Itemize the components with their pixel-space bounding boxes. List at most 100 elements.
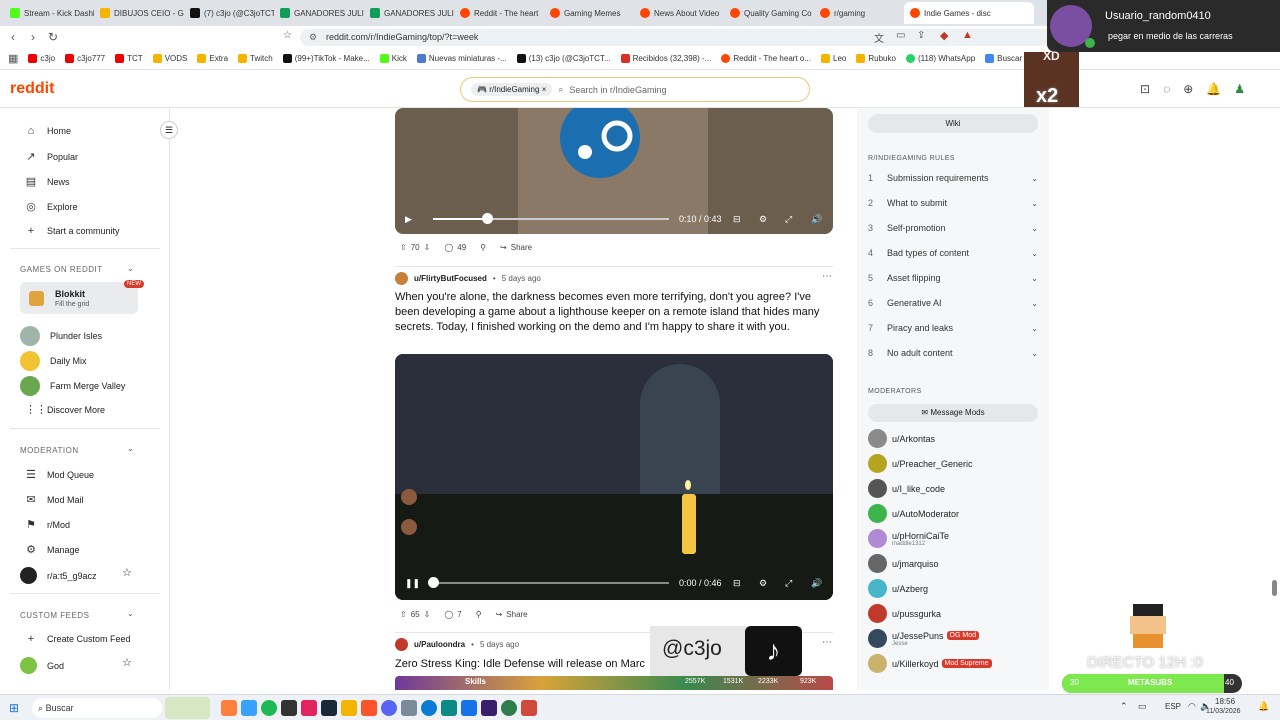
bookmark[interactable]: Leo	[821, 54, 846, 63]
star-icon[interactable]: ☆	[122, 566, 132, 579]
sidebar-item-explore[interactable]: ◎ Explore	[25, 200, 77, 213]
bookmark[interactable]: (118) WhatsApp	[905, 54, 975, 63]
post-author[interactable]: u/Pauloondra	[414, 640, 465, 649]
sidebar-item-news[interactable]: ▤ News	[25, 175, 70, 188]
bookmark[interactable]: Rubuko	[856, 54, 896, 63]
rule-item[interactable]: 1 Submission requirements ⌄	[868, 173, 1038, 183]
extension-icon[interactable]: ◆	[940, 29, 948, 42]
rule-item[interactable]: 2 What to submit ⌄	[868, 198, 1038, 208]
captions-icon[interactable]: ⊟	[733, 578, 741, 589]
bookmark[interactable]: TCT	[115, 54, 143, 63]
chevron-down-icon[interactable]: ⌄	[127, 264, 134, 273]
back-icon[interactable]: ‹	[6, 30, 20, 44]
rule-item[interactable]: 7 Piracy and leaks ⌄	[868, 323, 1038, 333]
bookmark[interactable]: Twitch	[238, 54, 273, 63]
sidebar-mod-queue[interactable]: ☰ Mod Queue	[25, 468, 94, 481]
video-progress-track[interactable]	[433, 582, 669, 584]
edge-icon[interactable]	[421, 700, 437, 716]
sidebar-discover-more[interactable]: ⋮⋮ Discover More	[25, 403, 105, 416]
sidebar-mod-mail[interactable]: ✉ Mod Mail	[25, 493, 83, 506]
alert-extension-icon[interactable]: ▲	[962, 29, 973, 41]
more-options-icon[interactable]: ⋯	[822, 271, 832, 282]
video-scrubber[interactable]	[482, 213, 494, 224]
chevron-down-icon[interactable]: ⌄	[127, 444, 134, 453]
volume-icon[interactable]: 🔊	[811, 578, 822, 589]
post-body-text[interactable]: When you're alone, the darkness becomes …	[395, 290, 835, 335]
blokkit-game-card[interactable]: Blokkit Fill the grid NEW	[20, 280, 144, 314]
bookmark[interactable]: (13) c3jo (@C3joTCT...	[516, 54, 611, 63]
moderator-item[interactable]: u/JessePuns OG Mod Jesse	[868, 629, 979, 648]
fullscreen-icon[interactable]: ⤢	[785, 214, 792, 225]
tray-icon[interactable]: ▭	[1138, 701, 1147, 712]
browser-tab[interactable]: GANADORES JULIO	[274, 2, 364, 24]
url-field[interactable]: ⚙ reddit.com/r/IndieGaming/top/?t=week	[300, 29, 1100, 46]
search-placeholder[interactable]: Search in r/IndieGaming	[569, 85, 666, 95]
video-scrubber[interactable]	[428, 577, 439, 588]
moderator-item[interactable]: u/Arkontas	[868, 429, 935, 448]
user-avatar[interactable]: ♟	[1234, 82, 1245, 96]
notifications-icon[interactable]: 🔔	[1258, 701, 1269, 712]
clock-time[interactable]: 18:56	[1215, 697, 1235, 706]
moderator-item[interactable]: u/Preacher_Generic	[868, 454, 973, 473]
vote-control[interactable]: ⇧ 70 ⇩	[400, 243, 430, 252]
share-icon[interactable]: ⇪	[917, 30, 925, 41]
post-author[interactable]: u/FlirtyButFocused	[414, 274, 487, 283]
browser-tab[interactable]: Reddit - The heart	[454, 2, 544, 24]
sidebar-item-home[interactable]: ⌂ Home	[25, 125, 71, 137]
windows-start-icon[interactable]: ⊞	[9, 701, 19, 715]
downvote-icon[interactable]: ⇩	[424, 610, 431, 619]
cast-icon[interactable]: ▭	[896, 30, 905, 41]
sidebar-create-custom-feed[interactable]: + Create Custom Feed	[25, 633, 131, 645]
browser-tab-active[interactable]: Indie Games - disc	[904, 2, 1034, 24]
rule-item[interactable]: 8 No adult content ⌄	[868, 348, 1038, 358]
share-button[interactable]: ↪ Share	[500, 243, 532, 252]
more-options-icon[interactable]: ⋯	[822, 637, 832, 648]
chevron-down-icon[interactable]: ⌄	[1031, 224, 1038, 233]
wiki-button[interactable]: Wiki	[868, 114, 1038, 133]
vote-control[interactable]: ⇧ 65 ⇩	[400, 610, 430, 619]
close-icon[interactable]: ×	[542, 85, 547, 94]
downvote-icon[interactable]: ⇩	[424, 243, 431, 252]
pause-icon[interactable]: ❚❚	[405, 578, 420, 589]
sidebar-game-daily-mix[interactable]: Daily Mix	[20, 351, 87, 371]
steam-icon[interactable]	[321, 700, 337, 716]
moderator-item[interactable]: u/Killerkoyd Mod Supreme	[868, 654, 992, 673]
post-video[interactable]: ▶ 0:10 / 0:43 ⊟ ⚙ ⤢ 🔊	[395, 108, 833, 234]
app-icon[interactable]	[301, 700, 317, 716]
sidebar-game-plunder-isles[interactable]: Plunder Isles	[20, 326, 102, 346]
brave-icon[interactable]	[361, 700, 377, 716]
premiere-icon[interactable]	[481, 700, 497, 716]
bookmark[interactable]: c3jo777	[65, 54, 105, 63]
sidebar-r-mod[interactable]: ⚑ r/Mod	[25, 518, 70, 531]
search-bar[interactable]: 🎮 r/IndieGaming × ⌕ Search in r/IndieGam…	[460, 77, 810, 102]
browser-tab[interactable]: r/gaming	[814, 2, 904, 24]
app-icon[interactable]	[521, 700, 537, 716]
moderator-item[interactable]: u/AutoModerator	[868, 504, 959, 523]
star-icon[interactable]: ☆	[122, 656, 132, 669]
clock-date[interactable]: 11/03/2026	[1206, 708, 1241, 715]
volume-icon[interactable]: 🔊	[811, 214, 822, 225]
create-post-icon[interactable]: ⊕	[1183, 82, 1193, 96]
bookmark[interactable]: (99+)TikTok - Make...	[282, 54, 370, 63]
bookmark-star-icon[interactable]: ☆	[283, 30, 292, 41]
award-button[interactable]: ⚲	[476, 610, 482, 619]
post-video[interactable]: ❚❚ 0:00 / 0:46 ⊟ ⚙ ⤢ 🔊	[395, 354, 833, 600]
sidebar-custom-feed-god[interactable]: God	[20, 657, 64, 674]
sidebar-item-popular[interactable]: ↗ Popular	[25, 150, 78, 163]
app-icon[interactable]	[441, 700, 457, 716]
bookmark[interactable]: VODS	[152, 54, 187, 63]
apps-grid-icon[interactable]: ▦	[8, 52, 18, 65]
epic-games-icon[interactable]	[281, 700, 297, 716]
settings-icon[interactable]: ⚙	[759, 214, 767, 225]
sidebar-item-start-community[interactable]: + Start a community	[25, 225, 120, 237]
chat-icon[interactable]: ◌	[1163, 82, 1170, 96]
upvote-icon[interactable]: ⇧	[400, 610, 407, 619]
moderator-item[interactable]: u/I_like_code	[868, 479, 945, 498]
page-scrollbar-thumb[interactable]	[1272, 580, 1277, 596]
bookmark[interactable]: Extra	[197, 54, 228, 63]
sidebar-game-farm-merge-valley[interactable]: Farm Merge Valley	[20, 376, 125, 396]
copilot-icon[interactable]	[221, 700, 237, 716]
author-avatar[interactable]	[395, 638, 408, 651]
comments-button[interactable]: ◯ 49	[444, 243, 466, 252]
chevron-down-icon[interactable]: ⌄	[1031, 249, 1038, 258]
